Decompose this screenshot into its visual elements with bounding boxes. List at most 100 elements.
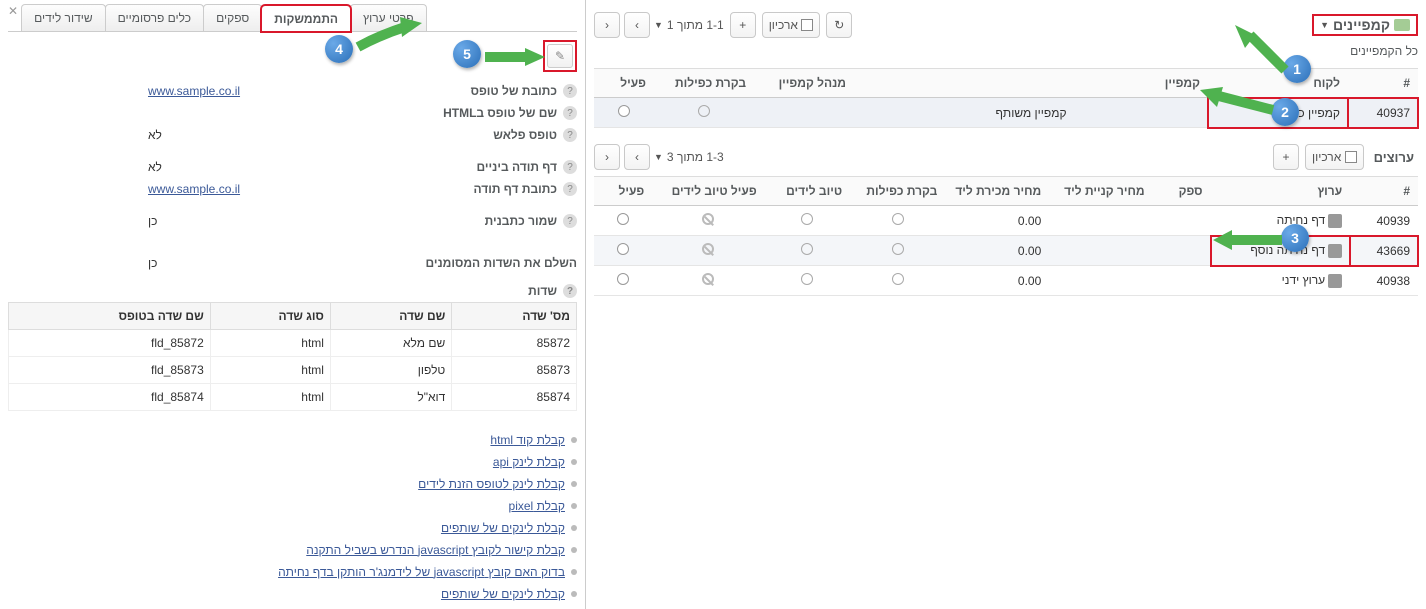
- bullet-icon: [571, 503, 577, 509]
- pager-next-button[interactable]: ›: [624, 12, 650, 38]
- chevron-down-icon[interactable]: ▼: [654, 20, 663, 30]
- form-url-value[interactable]: www.sample.co.il: [8, 84, 240, 98]
- col-client[interactable]: לקוח: [1208, 69, 1348, 98]
- page-type-icon: [1328, 244, 1342, 258]
- page-type-icon: [1328, 214, 1342, 228]
- detail-tabs: ✕ שידור לידים כלים פרסומיים ספקים התממשק…: [8, 4, 577, 32]
- channel-row[interactable]: 40938 ערוץ ידני 0.00: [594, 266, 1418, 296]
- status-icon: [801, 213, 813, 225]
- form-name-label: שם של טופס בHTML: [443, 106, 557, 120]
- col-buy[interactable]: מחיר קניית ליד: [1049, 177, 1152, 206]
- col-sell[interactable]: מחיר מכירת ליד: [945, 177, 1049, 206]
- col-num[interactable]: #: [1350, 177, 1418, 206]
- flash-value: לא: [8, 128, 162, 142]
- bullet-icon: [571, 547, 577, 553]
- link-partners-2[interactable]: קבלת לינקים של שותפים: [441, 587, 565, 601]
- status-icon: [801, 273, 813, 285]
- field-row: 85873טלפוןhtmlfld_85873: [9, 357, 577, 384]
- bullet-icon: [571, 481, 577, 487]
- help-icon[interactable]: ?: [563, 106, 577, 120]
- col-dup[interactable]: בקרת כפילות: [850, 177, 945, 206]
- archive-toggle[interactable]: ארכיון: [762, 12, 821, 38]
- edit-button[interactable]: ✎: [547, 44, 573, 68]
- subtitle: כל הקמפיינים: [594, 44, 1418, 58]
- col-campaign[interactable]: קמפיין: [854, 69, 1208, 98]
- col-mgr[interactable]: מנהל קמפיין: [754, 69, 854, 98]
- bullet-icon: [571, 459, 577, 465]
- help-icon[interactable]: ?: [563, 214, 577, 228]
- col-field-num: מס' שדה: [452, 303, 577, 330]
- cell-num: 40938: [1350, 266, 1418, 296]
- col-field-form-name: שם שדה בטופס: [9, 303, 211, 330]
- status-icon: [892, 273, 904, 285]
- tab-ad-tools[interactable]: כלים פרסומיים: [105, 4, 205, 31]
- channel-row[interactable]: 40939 דף נחיתה 0.00: [594, 206, 1418, 236]
- fields-table: מס' שדה שם שדה סוג שדה שם שדה בטופס 8587…: [8, 302, 577, 411]
- add-channel-button[interactable]: +: [1273, 144, 1299, 170]
- help-icon[interactable]: ?: [563, 160, 577, 174]
- col-ldraft-active[interactable]: פעיל טיוב לידים: [652, 177, 764, 206]
- col-active[interactable]: פעיל: [594, 69, 654, 98]
- tab-lead-broadcast[interactable]: שידור לידים: [21, 4, 106, 31]
- bullet-icon: [571, 591, 577, 597]
- pager-prev-button[interactable]: ‹: [594, 144, 620, 170]
- link-js-check[interactable]: בדוק האם קובץ javascript של לידמנג'ר הות…: [278, 565, 565, 579]
- tab-suppliers[interactable]: ספקים: [203, 4, 262, 31]
- form-url-label: כתובת של טופס: [471, 84, 557, 98]
- radio-icon: [617, 243, 629, 255]
- field-row: 85872שם מלאhtmlfld_85872: [9, 330, 577, 357]
- col-dup[interactable]: בקרת כפילות: [654, 69, 754, 98]
- help-icon[interactable]: ?: [563, 128, 577, 142]
- channels-archive-toggle[interactable]: ארכיון: [1305, 144, 1364, 170]
- manual-type-icon: [1328, 274, 1342, 288]
- save-tpl-label: שמור כתבנית: [485, 214, 557, 228]
- checkbox-icon: [801, 19, 813, 31]
- tab-integration[interactable]: התממשקות: [261, 5, 351, 32]
- chevron-down-icon[interactable]: ▼: [654, 152, 663, 162]
- help-icon[interactable]: ?: [563, 84, 577, 98]
- edit-highlight: ✎: [543, 40, 577, 72]
- channels-table: # ערוץ ספק מחיר קניית ליד מחיר מכירת ליד…: [594, 176, 1418, 296]
- campaigns-pager-text: 1-1 מתוך 1: [667, 18, 724, 32]
- pager-next-button[interactable]: ›: [624, 144, 650, 170]
- campaign-row[interactable]: 40937 קמפיין כללי קמפיין משותף: [594, 98, 1418, 128]
- help-icon[interactable]: ?: [563, 284, 577, 298]
- col-channel[interactable]: ערוץ: [1211, 177, 1351, 206]
- checkbox-icon: [1345, 151, 1357, 163]
- link-lead-form[interactable]: קבלת לינק לטופס הזנת לידים: [418, 477, 565, 491]
- cell-num: 40937: [1348, 98, 1418, 128]
- col-supplier[interactable]: ספק: [1153, 177, 1211, 206]
- interim-label: דף תודה ביניים: [477, 160, 557, 174]
- campaigns-header[interactable]: קמפיינים ▼: [1312, 14, 1418, 36]
- status-icon: [892, 213, 904, 225]
- bullet-icon: [571, 437, 577, 443]
- channel-row[interactable]: 43669 דף נחיתה נוסף 0.00: [594, 236, 1418, 266]
- add-campaign-button[interactable]: +: [730, 12, 756, 38]
- help-icon[interactable]: ?: [563, 182, 577, 196]
- col-ldraft[interactable]: טיוב לידים: [765, 177, 850, 206]
- fields-section-label: שדות: [528, 284, 557, 298]
- bullet-icon: [571, 569, 577, 575]
- col-num[interactable]: #: [1348, 69, 1418, 98]
- refresh-button[interactable]: ↻: [826, 12, 852, 38]
- link-api[interactable]: קבלת לינק api: [493, 455, 565, 469]
- col-field-type: סוג שדה: [210, 303, 330, 330]
- col-active[interactable]: פעיל: [594, 177, 652, 206]
- link-html-code[interactable]: קבלת קוד html: [490, 433, 565, 447]
- disabled-icon: [702, 273, 714, 285]
- pager-prev-button[interactable]: ‹: [594, 12, 620, 38]
- interim-value: לא: [8, 160, 162, 174]
- link-js-install[interactable]: קבלת קישור לקובץ javascript הנדרש בשביל …: [306, 543, 565, 557]
- close-tabs-icon[interactable]: ✕: [8, 4, 18, 31]
- field-row: 85874דוא"לhtmlfld_85874: [9, 384, 577, 411]
- tab-channel-details[interactable]: פרטי ערוץ: [350, 4, 427, 31]
- complete-label: השלם את השדות המסומנים: [425, 256, 577, 270]
- cell-num: 43669: [1350, 236, 1418, 266]
- link-partners[interactable]: קבלת לינקים של שותפים: [441, 521, 565, 535]
- archive-label: ארכיון: [769, 18, 798, 32]
- bullet-icon: [571, 525, 577, 531]
- link-pixel[interactable]: קבלת pixel: [509, 499, 565, 513]
- thank-url-value[interactable]: www.sample.co.il: [8, 182, 240, 196]
- flash-label: טופס פלאש: [493, 128, 557, 142]
- campaigns-table: # לקוח קמפיין מנהל קמפיין בקרת כפילות פע…: [594, 68, 1418, 128]
